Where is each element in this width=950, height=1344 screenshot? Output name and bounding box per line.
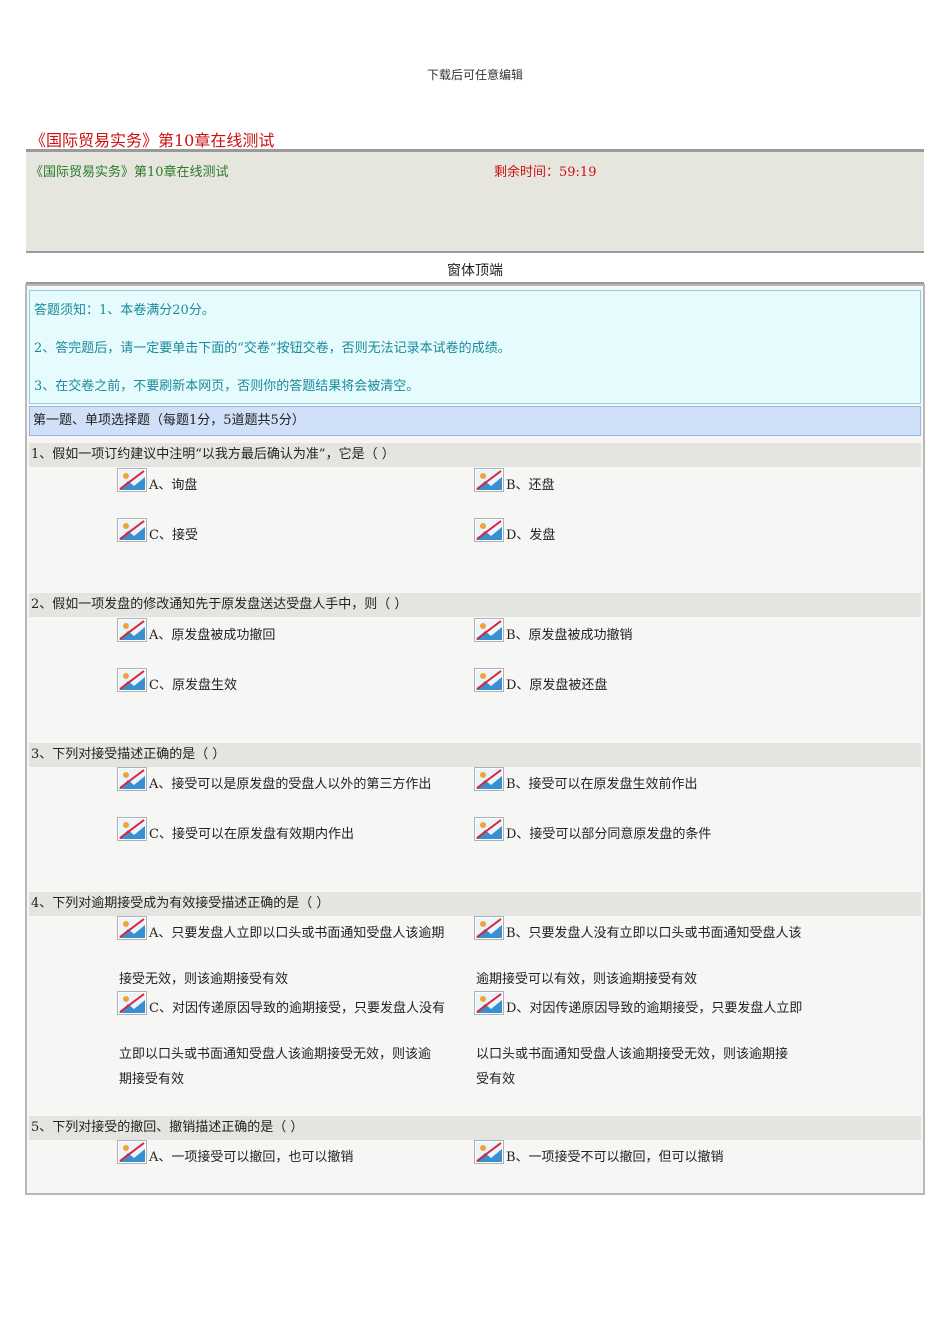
option-label: B、接受可以在原发盘生效前作出 <box>506 777 698 792</box>
option-label: A、原发盘被成功撤回 <box>149 628 276 643</box>
option-label-continued: 立即以口头或书面通知受盘人该逾期接受无效，则该逾 <box>119 1047 432 1062</box>
instruction-line: 3、在交卷之前，不要刷新本网页，否则你的答题结果将会被清空。 <box>34 379 420 394</box>
option-label-continued: 接受无效，则该逾期接受有效 <box>119 972 289 987</box>
option-label: C、接受可以在原发盘有效期内作出 <box>149 827 354 842</box>
option-label-continued: 期接受有效 <box>119 1072 185 1087</box>
instruction-line: 2、答完题后，请一定要单击下面的“交卷”按钮交卷，否则无法记录本试卷的成绩。 <box>34 341 511 356</box>
option-label: A、只要发盘人立即以口头或书面通知受盘人该逾期 <box>149 926 445 941</box>
option-label: B、一项接受不可以撤回，但可以撤销 <box>506 1150 724 1165</box>
instruction-line: 答题须知：1、本卷满分20分。 <box>34 303 215 318</box>
radio-image-icon[interactable] <box>474 468 504 492</box>
option-label: D、发盘 <box>506 528 556 543</box>
option-label-continued: 以口头或书面通知受盘人该逾期接受无效，则该逾期接 <box>476 1047 789 1062</box>
radio-image-icon[interactable] <box>117 618 147 642</box>
document-note: 下载后可任意编辑 <box>426 68 523 82</box>
option-label-continued: 受有效 <box>476 1072 516 1087</box>
radio-image-icon[interactable] <box>117 1140 147 1164</box>
radio-image-icon[interactable] <box>117 767 147 791</box>
test-header-panel: 《国际贸易实务》第10章在线测试 剩余时间：59:19 <box>26 149 924 253</box>
question-title: 5、下列对接受的撤回、撤销描述正确的是（ ） <box>29 1116 921 1140</box>
radio-image-icon[interactable] <box>474 991 504 1015</box>
radio-image-icon[interactable] <box>117 518 147 542</box>
radio-image-icon[interactable] <box>117 817 147 841</box>
radio-image-icon[interactable] <box>474 817 504 841</box>
option-label-continued: 逾期接受可以有效，则该逾期接受有效 <box>476 972 698 987</box>
question-title: 1、假如一项订约建议中注明“以我方最后确认为准”，它是（ ） <box>29 443 921 467</box>
radio-image-icon[interactable] <box>474 1140 504 1164</box>
radio-image-icon[interactable] <box>117 916 147 940</box>
question-title: 3、下列对接受描述正确的是（ ） <box>29 743 921 767</box>
test-subtitle: 《国际贸易实务》第10章在线测试 <box>30 165 229 180</box>
option-label: C、接受 <box>149 528 198 543</box>
option-label: C、原发盘生效 <box>149 678 237 693</box>
section-title: 第一题、单项选择题（每题1分，5道题共5分） <box>29 406 921 436</box>
radio-image-icon[interactable] <box>474 618 504 642</box>
question-title: 2、假如一项发盘的修改通知先于原发盘送达受盘人手中，则（ ） <box>29 593 921 617</box>
option-label: B、还盘 <box>506 478 555 493</box>
option-label: B、原发盘被成功撤销 <box>506 628 633 643</box>
page-title: 《国际贸易实务》第10章在线测试 <box>30 131 275 150</box>
option-label: D、原发盘被还盘 <box>506 678 608 693</box>
remaining-time: 剩余时间：59:19 <box>494 165 597 180</box>
option-label: D、接受可以部分同意原发盘的条件 <box>506 827 712 842</box>
form-top-label: 窗体顶端 <box>447 263 503 279</box>
quiz-form: 答题须知：1、本卷满分20分。 2、答完题后，请一定要单击下面的“交卷”按钮交卷… <box>25 284 925 1195</box>
radio-image-icon[interactable] <box>117 468 147 492</box>
radio-image-icon[interactable] <box>474 767 504 791</box>
radio-image-icon[interactable] <box>474 916 504 940</box>
option-label: C、对因传递原因导致的逾期接受，只要发盘人没有 <box>149 1001 445 1016</box>
question-title: 4、下列对逾期接受成为有效接受描述正确的是（ ） <box>29 892 921 916</box>
radio-image-icon[interactable] <box>117 991 147 1015</box>
option-label: B、只要发盘人没有立即以口头或书面通知受盘人该 <box>506 926 802 941</box>
option-label: D、对因传递原因导致的逾期接受，只要发盘人立即 <box>506 1001 803 1016</box>
radio-image-icon[interactable] <box>474 668 504 692</box>
option-label: A、询盘 <box>149 478 198 493</box>
option-label: A、一项接受可以撤回，也可以撤销 <box>149 1150 354 1165</box>
radio-image-icon[interactable] <box>117 668 147 692</box>
instructions-box: 答题须知：1、本卷满分20分。 2、答完题后，请一定要单击下面的“交卷”按钮交卷… <box>29 290 921 404</box>
option-label: A、接受可以是原发盘的受盘人以外的第三方作出 <box>149 777 432 792</box>
radio-image-icon[interactable] <box>474 518 504 542</box>
